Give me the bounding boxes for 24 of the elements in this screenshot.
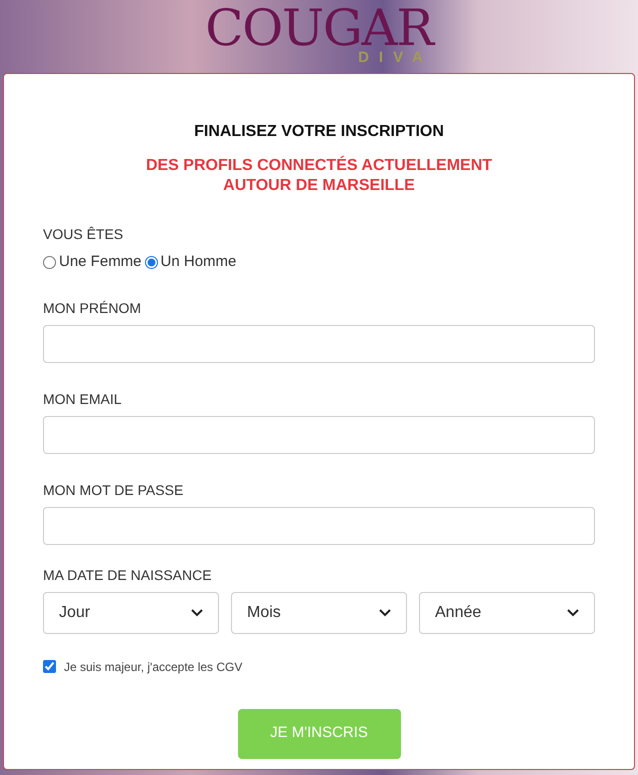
- field-label: MA DATE DE NAISSANCE: [43, 566, 213, 584]
- checkbox[interactable]: [43, 660, 56, 673]
- chevron-down-icon: [191, 608, 203, 616]
- radio-label[interactable]: Un Homme: [160, 251, 236, 274]
- chevron-down-icon: [379, 608, 391, 616]
- subtitle-text: DES PROFILS CONNECTÉS ACTUELLEMENT: [146, 156, 492, 176]
- input-field[interactable]: [43, 324, 595, 362]
- field-label: VOUS ÊTES: [43, 225, 124, 244]
- checkbox-label[interactable]: Je suis majeur, j'accepte les CGV: [64, 658, 242, 676]
- radio-button[interactable]: [144, 256, 158, 269]
- logo: COUGAR DIVA: [205, 2, 433, 65]
- radio-button[interactable]: [43, 256, 56, 269]
- field-label: MON PRÉNOM: [43, 298, 142, 318]
- input-field[interactable]: [43, 506, 595, 544]
- field-label: MON MOT DE PASSE: [43, 480, 184, 500]
- radio-label[interactable]: Une Femme: [59, 251, 142, 274]
- input-field[interactable]: [43, 416, 595, 454]
- subtitle-text: AUTOUR DE MARSEILLE: [223, 176, 415, 196]
- chevron-down-icon: [567, 608, 579, 616]
- select-dropdown[interactable]: Mois: [231, 592, 407, 634]
- select-dropdown[interactable]: Année: [419, 592, 595, 634]
- field-label: MON EMAIL: [43, 390, 123, 408]
- form-title: FINALISEZ VOTRE INSCRIPTION: [193, 122, 445, 142]
- select-dropdown[interactable]: Jour: [43, 592, 219, 634]
